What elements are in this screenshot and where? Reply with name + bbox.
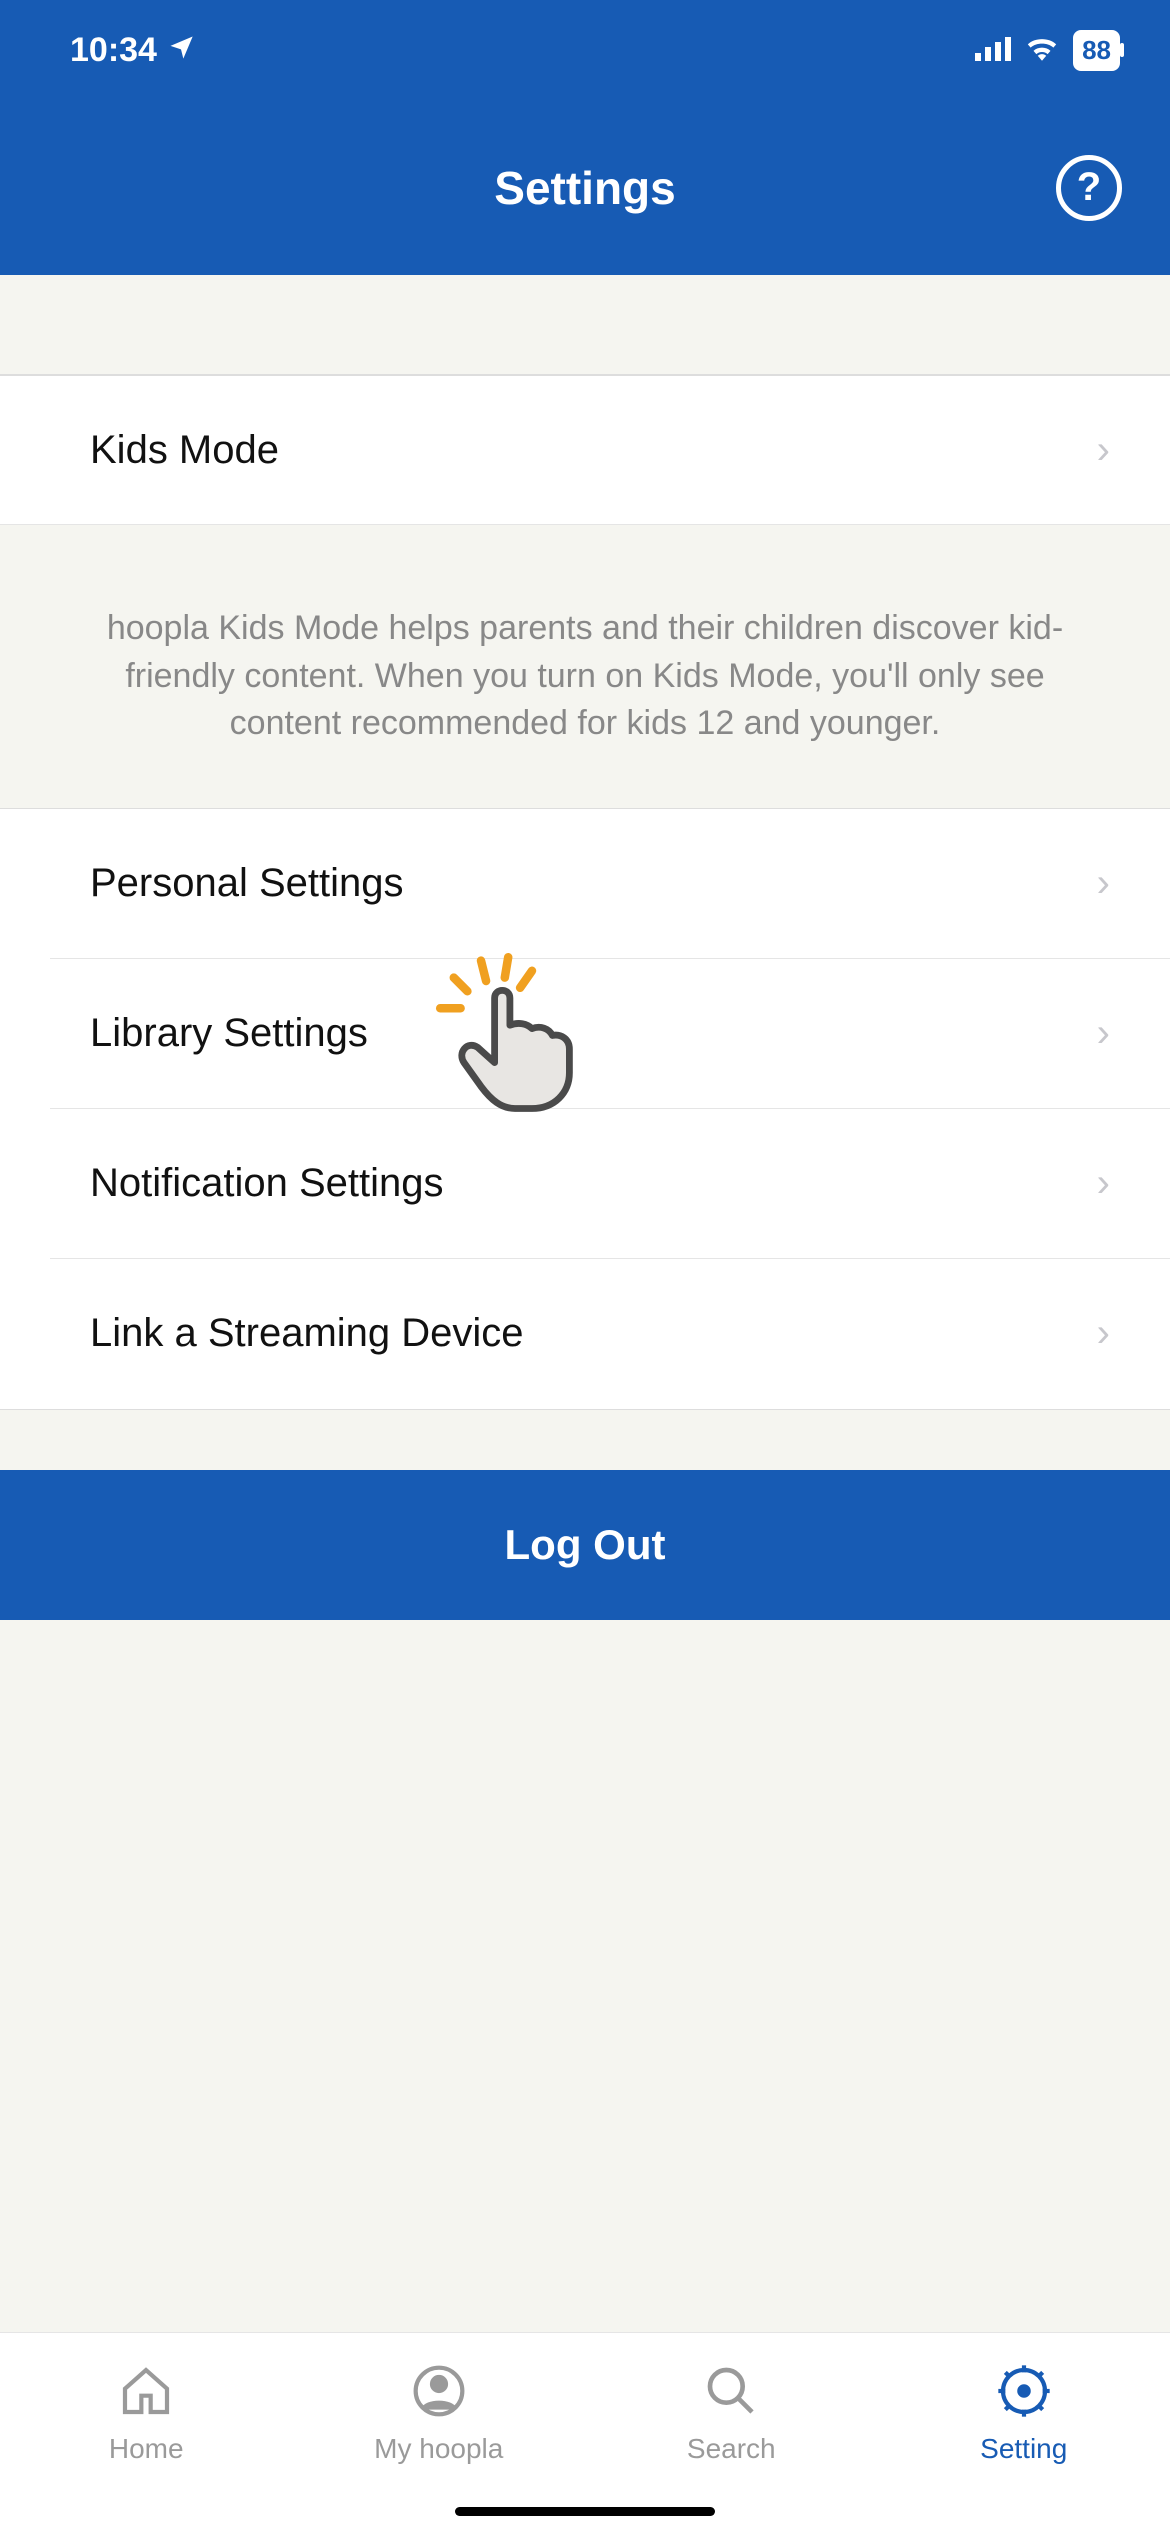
tap-indicator-icon <box>430 947 600 1122</box>
status-time: 10:34 <box>70 31 157 70</box>
person-circle-icon <box>409 2361 469 2421</box>
spacer <box>0 275 1170 375</box>
logout-button[interactable]: Log Out <box>0 1470 1170 1620</box>
tab-my-hoopla[interactable]: My hoopla <box>293 2361 586 2465</box>
tab-myhoopla-label: My hoopla <box>374 2433 503 2465</box>
tab-bar: Home My hoopla Search Setting <box>0 2332 1170 2532</box>
home-icon <box>116 2361 176 2421</box>
home-indicator[interactable] <box>455 2507 715 2516</box>
status-bar: 10:34 88 <box>0 0 1170 100</box>
tab-setting[interactable]: Setting <box>878 2361 1170 2465</box>
location-icon <box>167 31 195 70</box>
personal-settings-label: Personal Settings <box>90 861 404 906</box>
tab-home[interactable]: Home <box>0 2361 293 2465</box>
search-icon <box>701 2361 761 2421</box>
tab-home-label: Home <box>109 2433 184 2465</box>
tab-search[interactable]: Search <box>585 2361 878 2465</box>
battery-icon: 88 <box>1073 30 1120 71</box>
chevron-right-icon: › <box>1097 428 1110 473</box>
kids-mode-description: hoopla Kids Mode helps parents and their… <box>0 525 1170 808</box>
chevron-right-icon: › <box>1097 861 1110 906</box>
tab-setting-label: Setting <box>980 2433 1067 2465</box>
chevron-right-icon: › <box>1097 1311 1110 1356</box>
page-title: Settings <box>494 161 675 215</box>
personal-settings-row[interactable]: Personal Settings › <box>50 809 1170 959</box>
cellular-icon <box>975 31 1011 70</box>
link-device-label: Link a Streaming Device <box>90 1311 524 1356</box>
library-settings-row[interactable]: Library Settings › <box>50 959 1170 1109</box>
nav-header: Settings ? <box>0 100 1170 275</box>
tab-search-label: Search <box>687 2433 776 2465</box>
notification-settings-row[interactable]: Notification Settings › <box>50 1109 1170 1259</box>
gear-icon <box>994 2361 1054 2421</box>
wifi-icon <box>1025 31 1059 70</box>
chevron-right-icon: › <box>1097 1161 1110 1206</box>
settings-section: Personal Settings › Library Settings › N… <box>0 808 1170 1410</box>
logout-label: Log Out <box>505 1521 666 1569</box>
link-streaming-device-row[interactable]: Link a Streaming Device › <box>50 1259 1170 1409</box>
notification-settings-label: Notification Settings <box>90 1161 444 1206</box>
kids-mode-label: Kids Mode <box>90 428 279 473</box>
help-button[interactable]: ? <box>1056 155 1122 221</box>
chevron-right-icon: › <box>1097 1011 1110 1056</box>
library-settings-label: Library Settings <box>90 1011 368 1056</box>
kids-mode-row[interactable]: Kids Mode › <box>0 375 1170 525</box>
